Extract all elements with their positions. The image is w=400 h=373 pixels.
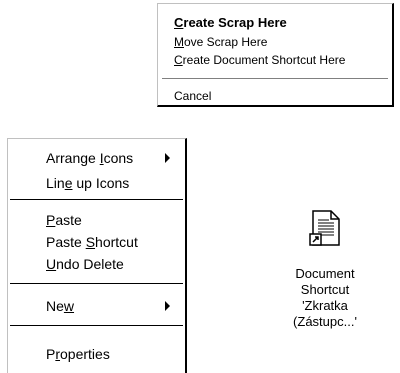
- caption-line-1: Document: [295, 266, 355, 281]
- menu-item-post: hortcut: [95, 234, 138, 250]
- desktop-context-menu: Arrange Icons Line up Icons Paste Paste …: [7, 138, 187, 373]
- menu-item-accel: w: [63, 298, 75, 314]
- desktop-shortcut[interactable]: Document Shortcut 'Zkratka (Zástupc...': [270, 210, 380, 345]
- shortcut-caption: Document Shortcut 'Zkratka (Zástupc...': [270, 266, 380, 330]
- menu-item-line-up-icons[interactable]: Line up Icons: [46, 176, 129, 190]
- menu-item-move-scrap[interactable]: Move Scrap Here: [174, 36, 267, 48]
- menu-item-properties[interactable]: Properties: [46, 347, 110, 361]
- menu-item-post: ove Scrap Here: [184, 35, 268, 49]
- document-shortcut-icon: [309, 210, 340, 246]
- menu-item-pre: P: [46, 346, 56, 362]
- menu-item-paste[interactable]: Paste: [46, 213, 82, 227]
- caption-line-2: Shortcut: [300, 282, 350, 297]
- menu-item-post: reate Document Shortcut Here: [182, 53, 346, 67]
- menu-item-new[interactable]: New: [46, 299, 74, 313]
- menu-item-pre: Paste: [46, 234, 86, 250]
- menu-item-post: ndo Delete: [56, 256, 124, 272]
- menu-item-create-document-shortcut[interactable]: Create Document Shortcut Here: [174, 54, 345, 66]
- menu-item-accel: M: [174, 35, 184, 49]
- menu-item-pre: Arrange: [46, 150, 100, 166]
- caption-line-4: (Zástupc...': [293, 314, 357, 329]
- menu-separator: [162, 78, 388, 80]
- menu-separator: [10, 199, 183, 200]
- submenu-arrow-icon: [165, 301, 170, 311]
- menu-item-post: up Icons: [72, 175, 130, 191]
- menu-item-accel: P: [46, 212, 56, 228]
- menu-item-pre: Ne: [46, 298, 64, 314]
- caption-line-3: 'Zkratka: [302, 298, 348, 313]
- menu-item-post: cons: [103, 150, 134, 166]
- menu-item-accel: U: [46, 256, 57, 272]
- menu-item-post: reate Scrap Here: [183, 15, 287, 30]
- menu-item-post: operties: [60, 346, 110, 362]
- scrap-context-menu: Create Scrap Here Move Scrap Here Create…: [157, 3, 394, 107]
- menu-separator: [10, 325, 183, 326]
- menu-item-create-scrap[interactable]: Create Scrap Here: [174, 16, 287, 29]
- menu-item-cancel[interactable]: Cancel: [174, 90, 211, 102]
- menu-item-accel: S: [85, 234, 96, 250]
- menu-item-label: Cancel: [174, 89, 212, 103]
- menu-item-pre: Lin: [46, 175, 65, 191]
- submenu-arrow-icon: [165, 153, 170, 163]
- menu-separator: [10, 283, 183, 284]
- menu-item-arrange-icons[interactable]: Arrange Icons: [46, 151, 133, 165]
- menu-item-accel: C: [174, 15, 184, 30]
- menu-item-undo-delete[interactable]: Undo Delete: [46, 257, 124, 271]
- menu-item-accel: C: [174, 53, 183, 67]
- menu-item-paste-shortcut[interactable]: Paste Shortcut: [46, 235, 138, 249]
- menu-item-post: aste: [55, 212, 82, 228]
